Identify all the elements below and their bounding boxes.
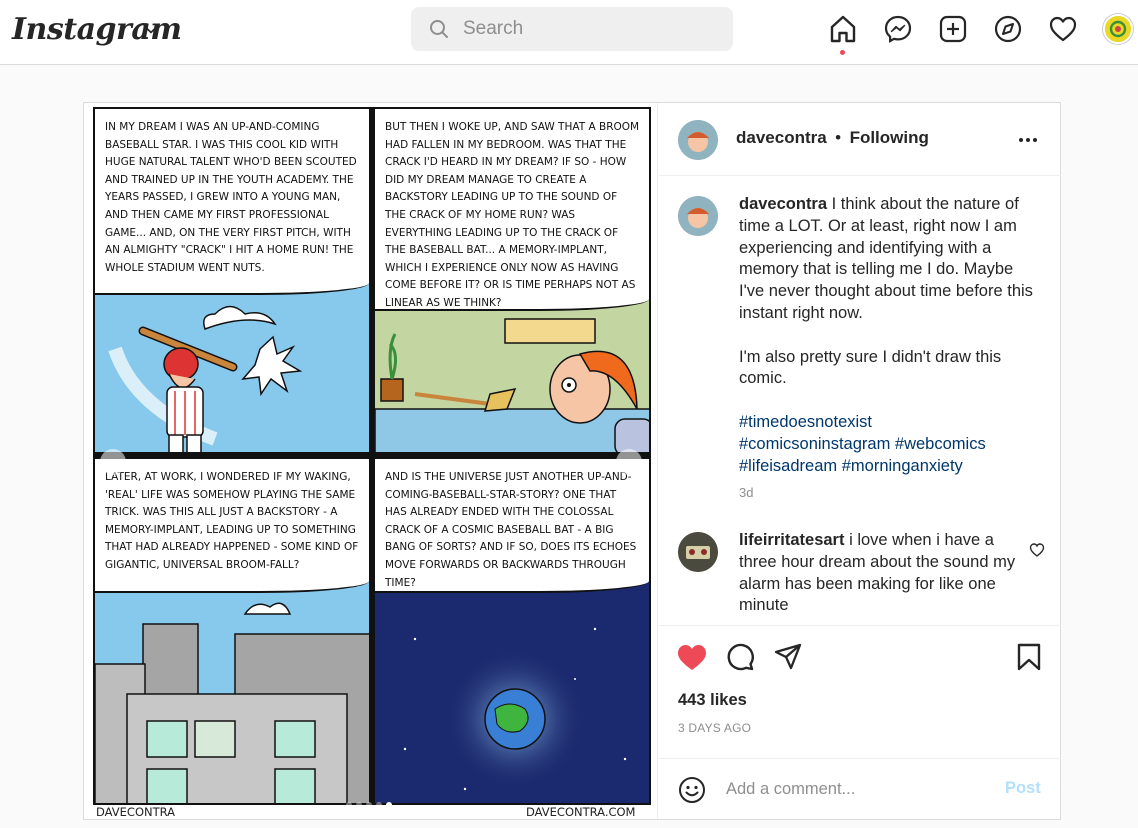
carousel-indicator — [346, 795, 396, 813]
comment-input[interactable] — [726, 775, 986, 803]
author-avatar[interactable] — [678, 120, 718, 160]
share-icon[interactable] — [773, 642, 803, 672]
comment-icon[interactable] — [725, 642, 755, 672]
separator-dot: • — [835, 128, 842, 147]
caption-text-2: I'm also pretty sure I didn't draw this … — [739, 347, 1002, 388]
caption-author-avatar[interactable] — [678, 196, 718, 236]
commenter-avatar[interactable] — [678, 532, 718, 572]
caption-username[interactable]: davecontra — [739, 195, 827, 213]
author-username[interactable]: davecontra — [736, 128, 827, 147]
hashtag-link[interactable]: #lifeisadream — [739, 457, 837, 475]
search-box[interactable] — [411, 7, 733, 51]
comic-image: In my dream I was an up-and-coming baseb… — [93, 107, 651, 805]
messenger-icon[interactable] — [883, 14, 913, 44]
previous-image-button[interactable] — [100, 449, 126, 475]
hashtag-link[interactable]: #morninganxiety — [842, 457, 963, 475]
post-date[interactable]: 3 DAYS AGO — [678, 721, 751, 735]
post-caption: davecontra I think about the nature of t… — [739, 194, 1039, 477]
more-options-icon[interactable] — [1017, 129, 1039, 151]
caption-text-1: I think about the nature of time a LOT. … — [739, 195, 1033, 322]
panel-2-caption: But then I woke up, and saw that a broom… — [375, 109, 649, 311]
chevron-down-icon[interactable] — [143, 22, 159, 38]
comic-panel-2: But then I woke up, and saw that a broom… — [373, 107, 651, 454]
comic-panel-3: Later, at work, I wondered if my waking,… — [93, 457, 371, 805]
hashtag-link[interactable]: #webcomics — [895, 435, 986, 453]
comment-item: lifeirritatesart i love when i have a th… — [739, 530, 1019, 617]
explore-compass-icon[interactable] — [993, 14, 1023, 44]
comic-panel-1: In my dream I was an up-and-coming baseb… — [93, 107, 371, 454]
comic-panel-4: And is the universe just another up-and-… — [373, 457, 651, 805]
profile-avatar[interactable] — [1103, 14, 1133, 44]
bookmark-icon[interactable] — [1015, 642, 1043, 672]
post-actions: 443 likes 3 DAYS AGO — [659, 625, 1061, 759]
likes-count[interactable]: 443 likes — [678, 691, 747, 710]
notification-dot — [840, 50, 845, 55]
liked-heart-icon[interactable] — [676, 642, 708, 672]
post-comment-button[interactable]: Post — [1005, 779, 1041, 798]
heart-activity-icon[interactable] — [1048, 14, 1078, 44]
top-navigation-bar: Instagram — [0, 0, 1138, 65]
post-header: davecontra • Following — [659, 103, 1061, 176]
comic-credit-handle: DAVECONTRA — [96, 805, 176, 819]
next-image-button[interactable] — [616, 449, 642, 475]
avatar-image — [1105, 16, 1131, 42]
caption-avatar-image — [678, 196, 718, 236]
hashtags: #timedoesnotexist #comicsoninstagram #we… — [739, 412, 1039, 477]
new-post-icon[interactable] — [938, 14, 968, 44]
hashtag-link[interactable]: #timedoesnotexist — [739, 413, 872, 431]
author-avatar-image — [678, 120, 718, 160]
post-media[interactable]: In my dream I was an up-and-coming baseb… — [84, 103, 658, 819]
panel-4-caption: And is the universe just another up-and-… — [375, 459, 649, 593]
home-icon[interactable] — [828, 14, 858, 44]
search-icon — [430, 20, 448, 38]
add-comment-bar: Post — [659, 758, 1061, 819]
hashtag-link[interactable]: #comicsoninstagram — [739, 435, 890, 453]
post-card: In my dream I was an up-and-coming baseb… — [83, 102, 1061, 820]
comment-like-icon[interactable] — [1029, 542, 1045, 558]
caption-timestamp[interactable]: 3d — [739, 485, 753, 500]
commenter-username[interactable]: lifeirritatesart — [739, 531, 844, 549]
post-sidebar: davecontra • Following davecontra I thin… — [659, 103, 1061, 819]
post-header-meta: davecontra • Following — [736, 128, 929, 148]
search-input[interactable] — [463, 7, 723, 51]
comic-credit-website: DAVECONTRA.COM — [526, 805, 636, 819]
panel-3-caption: Later, at work, I wondered if my waking,… — [95, 459, 369, 593]
following-button[interactable]: Following — [850, 128, 929, 147]
commenter-avatar-image — [678, 532, 718, 572]
emoji-icon[interactable] — [678, 776, 706, 804]
panel-1-caption: In my dream I was an up-and-coming baseb… — [95, 109, 369, 295]
